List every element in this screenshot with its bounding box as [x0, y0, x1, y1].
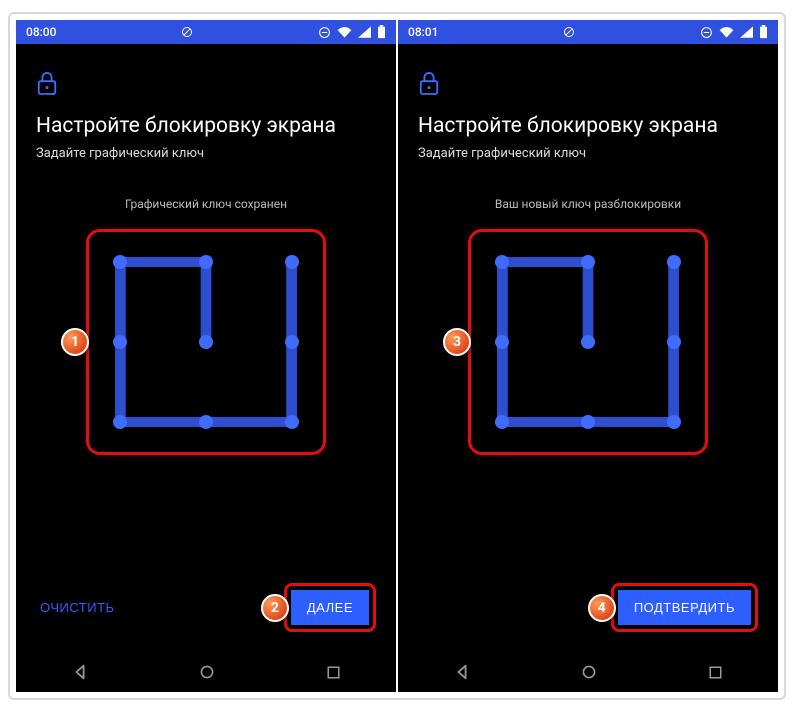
nav-recents-button[interactable] [708, 665, 723, 680]
page-title: Настройте блокировку экрана [418, 114, 758, 138]
nav-home-button[interactable] [199, 664, 215, 680]
signal-icon [358, 26, 371, 38]
callout-badge: 2 [261, 594, 289, 622]
status-bar: 08:00 [16, 20, 396, 44]
pattern-input[interactable]: 1 [86, 229, 326, 455]
pattern-dot [667, 415, 681, 429]
signal-icon [740, 26, 753, 38]
wifi-icon [719, 26, 734, 38]
pattern-dot [581, 415, 595, 429]
confirm-button[interactable]: ПОДТВЕРДИТЬ [618, 590, 751, 625]
pattern-dot [495, 335, 509, 349]
pattern-dot [199, 415, 213, 429]
pattern-dot [199, 255, 213, 269]
wifi-icon [337, 26, 352, 38]
pattern-dot [581, 255, 595, 269]
nav-recents-button[interactable] [326, 665, 341, 680]
pattern-dot [113, 255, 127, 269]
battery-icon [759, 25, 768, 39]
phone-screen-1: 08:00 Н [16, 20, 396, 692]
pattern-dot [113, 415, 127, 429]
clear-button[interactable]: ОЧИСТИТЬ [36, 592, 119, 623]
callout-badge: 3 [443, 328, 471, 356]
pattern-dot [495, 255, 509, 269]
status-time: 08:01 [408, 25, 438, 39]
pattern-dot [667, 255, 681, 269]
callout-badge: 4 [588, 594, 616, 622]
no-disturb-icon [563, 26, 575, 38]
page-subtitle: Задайте графический ключ [418, 146, 758, 161]
phone-screen-2: 08:01 Н [398, 20, 778, 692]
pattern-dot [285, 415, 299, 429]
next-button[interactable]: ДАЛЕЕ [291, 590, 369, 625]
pattern-dot [285, 335, 299, 349]
lock-icon [418, 70, 758, 100]
content-area: Настройте блокировку экрана Задайте граф… [398, 44, 778, 652]
dnd-icon [700, 26, 713, 39]
pattern-status-text: Графический ключ сохранен [36, 197, 376, 211]
pattern-dot [581, 335, 595, 349]
button-row: ОЧИСТИТЬ 2 ДАЛЕЕ [36, 583, 376, 652]
pattern-status-text: Ваш новый ключ разблокировки [418, 197, 758, 211]
status-bar: 08:01 [398, 20, 778, 44]
lock-icon [36, 70, 376, 100]
pattern-dot [199, 335, 213, 349]
no-disturb-icon [181, 26, 193, 38]
nav-bar [16, 652, 396, 692]
nav-home-button[interactable] [581, 664, 597, 680]
nav-back-button[interactable] [71, 663, 89, 681]
battery-icon [377, 25, 386, 39]
callout-badge: 1 [61, 328, 89, 356]
page-subtitle: Задайте графический ключ [36, 146, 376, 161]
nav-back-button[interactable] [453, 663, 471, 681]
pattern-dot [113, 335, 127, 349]
primary-button-highlight: 4 ПОДТВЕРДИТЬ [611, 583, 758, 632]
pattern-grid [99, 242, 313, 442]
pattern-dot [495, 415, 509, 429]
page-title: Настройте блокировку экрана [36, 114, 376, 138]
button-row: 4 ПОДТВЕРДИТЬ [418, 583, 758, 652]
pattern-dot [667, 335, 681, 349]
pattern-grid [481, 242, 695, 442]
status-time: 08:00 [26, 25, 56, 39]
dnd-icon [318, 26, 331, 39]
pattern-input[interactable]: 3 [468, 229, 708, 455]
pattern-dot [285, 255, 299, 269]
primary-button-highlight: 2 ДАЛЕЕ [284, 583, 376, 632]
nav-bar [398, 652, 778, 692]
content-area: Настройте блокировку экрана Задайте граф… [16, 44, 396, 652]
